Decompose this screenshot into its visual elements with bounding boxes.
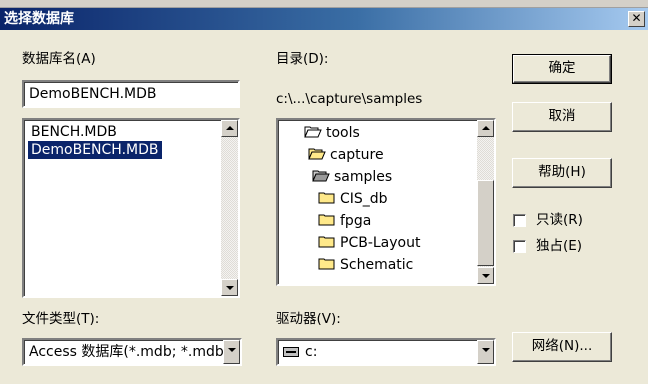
file-type-value: Access 数据库(*.mdb; *.mdb) <box>29 344 230 360</box>
drive-dropdown-button[interactable] <box>477 340 494 364</box>
tree-item-cis-db[interactable]: CIS_db <box>318 190 388 208</box>
arrow-down-icon <box>482 274 490 278</box>
scroll-down-button[interactable] <box>477 267 494 284</box>
list-item[interactable]: BENCH.MDB <box>28 123 120 141</box>
chevron-down-icon <box>228 348 236 352</box>
close-button[interactable]: ✕ <box>628 11 645 27</box>
tree-item-pcb-layout[interactable]: PCB-Layout <box>318 234 420 252</box>
folder-icon <box>318 191 336 204</box>
open-folder-icon <box>304 125 322 138</box>
arrow-down-icon <box>226 286 234 290</box>
window-title: 选择数据库 <box>4 11 74 27</box>
open-folder-icon <box>308 147 326 160</box>
folder-label: samples <box>334 169 393 185</box>
scroll-up-button[interactable] <box>221 120 238 137</box>
db-name-label: 数据库名(A) <box>22 51 96 67</box>
folder-label: CIS_db <box>340 191 388 207</box>
tree-item-tools[interactable]: tools <box>304 124 360 142</box>
drive-value: c: <box>305 344 318 360</box>
exclusive-checkbox[interactable] <box>513 240 526 253</box>
drive-icon <box>283 347 299 357</box>
scroll-up-button[interactable] <box>477 120 494 137</box>
folder-label: PCB-Layout <box>340 235 421 251</box>
help-button[interactable]: 帮助(H) <box>512 158 612 188</box>
folder-tree[interactable]: tools capture samples CIS_db fpga PCB-La <box>276 118 496 286</box>
directory-path: c:\...\capture\samples <box>276 91 423 107</box>
ok-button[interactable]: 确定 <box>512 54 612 84</box>
readonly-label: 只读(R) <box>536 212 583 228</box>
chevron-down-icon <box>482 348 490 352</box>
tree-item-capture[interactable]: capture <box>308 146 384 164</box>
database-list[interactable]: BENCH.MDB DemoBENCH.MDB <box>22 118 240 298</box>
folder-label: fpga <box>340 213 372 229</box>
file-type-dropdown-button[interactable] <box>223 340 240 364</box>
database-list-scrollbar[interactable] <box>221 120 238 296</box>
folder-icon <box>318 213 336 226</box>
readonly-checkbox[interactable] <box>513 214 526 227</box>
folder-label: Schematic <box>340 257 414 273</box>
arrow-up-icon <box>482 126 490 130</box>
tree-item-fpga[interactable]: fpga <box>318 212 371 230</box>
folder-icon <box>318 257 336 270</box>
close-icon: ✕ <box>631 11 642 25</box>
db-name-input[interactable]: DemoBENCH.MDB <box>22 80 240 108</box>
title-bar[interactable]: 选择数据库 ✕ <box>0 8 648 30</box>
background-window-edge <box>0 0 648 8</box>
drive-label: 驱动器(V): <box>276 311 341 327</box>
scroll-down-button[interactable] <box>221 279 238 296</box>
folder-label: tools <box>326 125 360 141</box>
folder-label: capture <box>330 147 384 163</box>
directory-label: 目录(D): <box>276 51 329 67</box>
cancel-button[interactable]: 取消 <box>512 102 612 132</box>
arrow-up-icon <box>226 126 234 130</box>
file-type-combo[interactable]: Access 数据库(*.mdb; *.mdb) <box>22 338 242 366</box>
file-type-label: 文件类型(T): <box>22 311 100 327</box>
scroll-thumb[interactable] <box>477 180 494 266</box>
open-folder-icon <box>312 169 330 182</box>
tree-item-samples[interactable]: samples <box>312 168 392 186</box>
select-database-dialog: 选择数据库 ✕ 数据库名(A) DemoBENCH.MDB BENCH.MDB … <box>0 8 648 384</box>
db-name-value: DemoBENCH.MDB <box>29 86 157 102</box>
network-button[interactable]: 网络(N)... <box>512 332 612 362</box>
drive-combo[interactable]: c: <box>276 338 496 366</box>
tree-item-schematic[interactable]: Schematic <box>318 256 413 274</box>
exclusive-label: 独占(E) <box>536 238 583 254</box>
folder-tree-scrollbar[interactable] <box>477 120 494 284</box>
list-item-selected[interactable]: DemoBENCH.MDB <box>28 141 162 159</box>
folder-icon <box>318 235 336 248</box>
